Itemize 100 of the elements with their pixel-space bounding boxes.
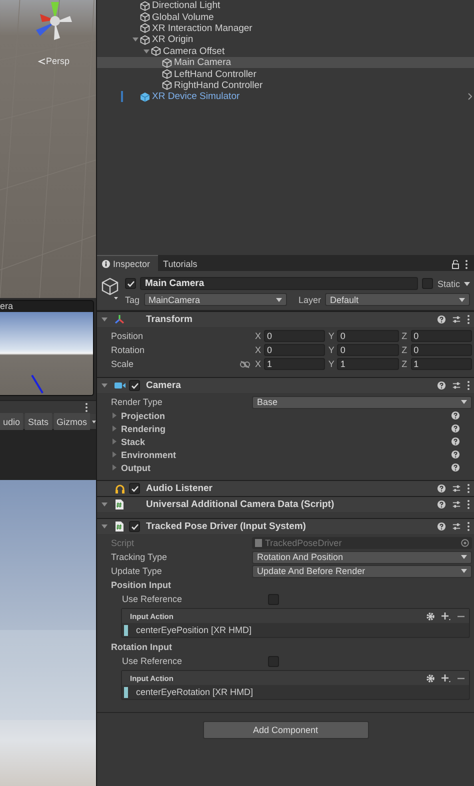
toolbar-button[interactable]: Gizmos: [54, 412, 90, 430]
help-icon[interactable]: [451, 463, 460, 472]
number-field[interactable]: 0: [337, 330, 399, 342]
help-icon[interactable]: [437, 381, 446, 390]
view-mode-label[interactable]: Persp: [46, 56, 70, 66]
number-field[interactable]: 1: [410, 358, 472, 370]
checkbox[interactable]: [422, 278, 434, 289]
toolbar-button[interactable]: udio: [0, 412, 24, 430]
hierarchy-item-label: Global Volume: [152, 12, 214, 23]
cube-icon[interactable]: [101, 277, 121, 301]
hierarchy-item[interactable]: LeftHand Controller: [97, 68, 474, 80]
foldout-label[interactable]: Stack: [121, 436, 448, 446]
action-binding[interactable]: centerEyePosition [XR HMD]: [136, 625, 252, 635]
number-field[interactable]: 0: [410, 344, 472, 356]
checkbox[interactable]: [125, 278, 136, 289]
dropdown[interactable]: Rotation And Position: [252, 550, 472, 564]
cube-icon: [140, 12, 150, 22]
add-component-button[interactable]: Add Component: [202, 721, 368, 739]
unlink-icon[interactable]: [240, 360, 250, 368]
help-icon[interactable]: [451, 437, 460, 446]
panel-tab[interactable]: Tutorials: [158, 255, 206, 271]
field-label: Update Type: [111, 566, 162, 576]
script-icon: [115, 521, 124, 532]
number-field[interactable]: 1: [264, 358, 326, 370]
component-header[interactable]: Transform: [97, 311, 474, 327]
number-field[interactable]: 1: [337, 358, 399, 370]
component-header[interactable]: Camera: [97, 377, 474, 393]
help-icon[interactable]: [437, 522, 446, 531]
component-title: Camera: [146, 380, 181, 391]
expand-arrow-icon[interactable]: [132, 36, 139, 44]
binding-marker: [124, 624, 128, 636]
caret-icon: [276, 298, 282, 302]
action-binding[interactable]: centerEyeRotation [XR HMD]: [136, 687, 254, 697]
more-icon[interactable]: [467, 484, 470, 493]
help-icon[interactable]: [451, 411, 460, 420]
section-heading: Position Input: [111, 580, 171, 590]
plus-icon[interactable]: [441, 674, 451, 682]
presets-icon[interactable]: [452, 484, 461, 493]
checkbox[interactable]: [129, 521, 140, 532]
component-header[interactable]: Universal Additional Camera Data (Script): [97, 496, 474, 512]
tag-dropdown[interactable]: MainCamera: [144, 293, 287, 306]
hierarchy-item[interactable]: XR Interaction Manager: [97, 22, 474, 34]
help-icon[interactable]: [451, 424, 460, 433]
help-icon[interactable]: [451, 450, 460, 459]
hierarchy-item[interactable]: Camera Offset: [97, 46, 474, 57]
dropdown[interactable]: Update And Before Render: [252, 564, 472, 578]
checkbox[interactable]: [268, 594, 279, 604]
hierarchy-item[interactable]: Directional Light: [97, 0, 474, 12]
more-icon[interactable]: [467, 500, 470, 509]
hierarchy-item[interactable]: RightHand Controller: [97, 80, 474, 92]
checkbox[interactable]: [129, 380, 140, 391]
help-icon[interactable]: [437, 500, 446, 509]
expand-arrow-icon[interactable]: [101, 501, 108, 508]
checkbox[interactable]: [268, 656, 279, 666]
more-icon[interactable]: [85, 403, 88, 412]
expand-arrow-icon[interactable]: [143, 48, 150, 55]
hierarchy-item-label: XR Device Simulator: [152, 91, 240, 102]
expand-arrow-icon[interactable]: [101, 316, 108, 323]
layer-dropdown[interactable]: Default: [325, 293, 470, 306]
component-header[interactable]: Tracked Pose Driver (Input System): [97, 518, 474, 534]
presets-icon[interactable]: [452, 522, 461, 531]
number-field[interactable]: 0: [264, 344, 326, 356]
field-label: Tracking Type: [111, 552, 168, 562]
plus-icon[interactable]: [441, 612, 451, 620]
axis-label: X: [255, 331, 262, 341]
expand-arrow-icon[interactable]: [101, 382, 108, 389]
number-field[interactable]: 0: [264, 330, 326, 342]
checkbox[interactable]: [129, 483, 140, 494]
panel-tab[interactable]: Inspector: [97, 255, 158, 271]
hierarchy-item[interactable]: XR Device Simulator: [97, 91, 474, 103]
hierarchy-item[interactable]: XR Origin: [97, 34, 474, 46]
number-field[interactable]: 0: [410, 330, 472, 342]
gear-icon[interactable]: [426, 674, 435, 682]
foldout-label[interactable]: Rendering: [121, 424, 448, 434]
presets-icon[interactable]: [452, 315, 461, 324]
chevron-icon[interactable]: [468, 93, 472, 100]
number-field[interactable]: 0: [337, 344, 399, 356]
dropdown[interactable]: Base: [252, 396, 472, 408]
more-icon[interactable]: [467, 522, 470, 531]
component-header[interactable]: Audio Listener: [97, 480, 474, 496]
foldout-label[interactable]: Environment: [121, 450, 448, 460]
presets-icon[interactable]: [452, 500, 461, 509]
static-label: Static: [437, 278, 460, 288]
toolbar-button[interactable]: Stats: [25, 412, 52, 430]
more-icon[interactable]: [467, 381, 470, 390]
help-icon[interactable]: [437, 315, 446, 324]
hierarchy-item[interactable]: Main Camera: [97, 56, 474, 68]
foldout-label[interactable]: Output: [121, 462, 448, 472]
presets-icon[interactable]: [452, 381, 461, 390]
foldout-label[interactable]: Projection: [121, 410, 448, 420]
more-icon[interactable]: [467, 315, 470, 324]
gear-icon[interactable]: [426, 612, 435, 620]
hierarchy-item[interactable]: Global Volume: [97, 11, 474, 23]
expand-arrow-icon[interactable]: [101, 523, 108, 530]
lock-icon[interactable]: [452, 260, 459, 269]
hierarchy-item-label: Camera Offset: [163, 46, 225, 57]
axis-label: Z: [402, 345, 408, 355]
help-icon[interactable]: [437, 484, 446, 493]
name-field[interactable]: Main Camera: [140, 277, 418, 290]
more-icon[interactable]: [465, 260, 468, 269]
